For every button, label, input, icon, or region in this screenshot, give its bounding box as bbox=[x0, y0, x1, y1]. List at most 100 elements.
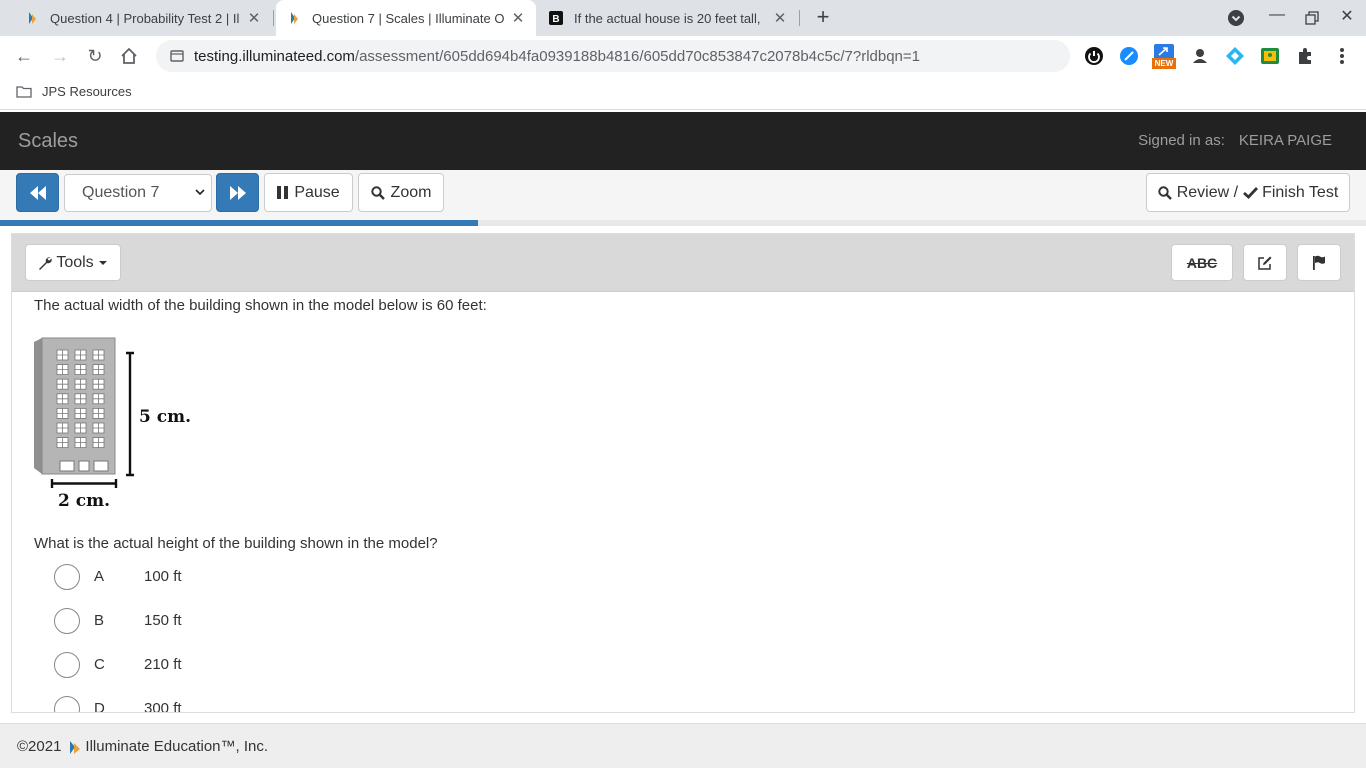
forward-arrow-icon[interactable]: → bbox=[48, 44, 72, 68]
site-info-icon[interactable] bbox=[170, 49, 184, 63]
flag-question-button[interactable] bbox=[1297, 244, 1341, 281]
building-door-center bbox=[78, 460, 90, 472]
building-windows bbox=[56, 349, 105, 448]
illuminate-logo-icon bbox=[70, 740, 81, 754]
minimize-window-icon[interactable]: — bbox=[1265, 6, 1289, 24]
person-extension-icon[interactable] bbox=[1190, 46, 1210, 66]
finish-test-label: Finish Test bbox=[1262, 183, 1339, 201]
search-icon bbox=[370, 185, 385, 200]
new-badge-extension[interactable]: NEW bbox=[1152, 44, 1176, 70]
radio-button[interactable] bbox=[54, 564, 80, 590]
restore-window-icon[interactable] bbox=[1305, 11, 1319, 25]
browser-tab-scales[interactable]: Question 7 | Scales | Illuminate O ✕ bbox=[276, 0, 536, 36]
answer-choice-d[interactable]: D 300 ft bbox=[54, 694, 354, 713]
browser-toolbar: ← → ↻ testing.illuminateed.com/assessmen… bbox=[0, 36, 1366, 76]
tab-search-icon[interactable] bbox=[1227, 9, 1245, 27]
edit-note-icon bbox=[1258, 256, 1272, 270]
width-label: 2 cm. bbox=[58, 491, 110, 511]
close-tab-icon[interactable]: ✕ bbox=[246, 9, 262, 27]
home-icon[interactable] bbox=[119, 46, 139, 66]
review-label: Review / bbox=[1176, 183, 1239, 201]
strikethrough-button[interactable]: ABC bbox=[1171, 244, 1233, 281]
compass-extension-icon[interactable] bbox=[1119, 46, 1139, 66]
page-footer: ©2021 Illuminate Education™, Inc. bbox=[0, 723, 1366, 768]
building-door-left bbox=[59, 460, 75, 472]
chevron-down-icon bbox=[195, 189, 205, 196]
brainly-favicon-icon: B bbox=[549, 11, 563, 25]
radio-button[interactable] bbox=[54, 608, 80, 634]
building-door-right bbox=[93, 460, 109, 472]
signed-in-info: Signed in as: KEIRA PAIGE bbox=[1138, 132, 1332, 149]
review-finish-button[interactable]: Review / Finish Test bbox=[1146, 173, 1350, 212]
new-tab-button[interactable]: + bbox=[812, 6, 834, 28]
question-intro: The actual width of the building shown i… bbox=[34, 297, 487, 314]
browser-tab-house[interactable]: B If the actual house is 20 feet tall, ✕ bbox=[538, 0, 798, 36]
diamond-extension-icon[interactable] bbox=[1225, 46, 1245, 66]
zoom-button[interactable]: Zoom bbox=[358, 173, 444, 212]
address-bar[interactable]: testing.illuminateed.com/assessment/605d… bbox=[156, 40, 1070, 72]
choice-letter: C bbox=[94, 656, 105, 673]
wrench-icon bbox=[39, 256, 53, 270]
copyright-notice: ©2021 Illuminate Education™, Inc. bbox=[17, 738, 268, 755]
search-icon bbox=[1158, 185, 1172, 200]
browser-tab-probability[interactable]: Question 4 | Probability Test 2 | Il ✕ bbox=[14, 0, 272, 36]
radio-button[interactable] bbox=[54, 696, 80, 712]
illuminate-favicon-icon bbox=[291, 12, 298, 24]
close-window-icon[interactable]: ✕ bbox=[1335, 6, 1359, 26]
classroom-extension-icon[interactable] bbox=[1260, 46, 1280, 66]
answer-choice-b[interactable]: B 150 ft bbox=[54, 606, 354, 636]
close-tab-icon[interactable]: ✕ bbox=[772, 9, 788, 27]
tab-title: Question 4 | Probability Test 2 | Il bbox=[50, 10, 240, 26]
choice-text: 210 ft bbox=[144, 656, 182, 673]
user-name: KEIRA PAIGE bbox=[1238, 132, 1332, 149]
choice-text: 150 ft bbox=[144, 612, 182, 629]
choice-text: 100 ft bbox=[144, 568, 182, 585]
previous-question-button[interactable] bbox=[16, 173, 59, 212]
tab-separator bbox=[799, 10, 800, 26]
tools-label: Tools bbox=[56, 253, 94, 271]
folder-icon bbox=[16, 86, 32, 98]
notes-button[interactable] bbox=[1243, 244, 1287, 281]
back-arrow-icon[interactable]: ← bbox=[12, 44, 36, 68]
test-progress-bar bbox=[0, 220, 1366, 226]
next-question-button[interactable] bbox=[216, 173, 259, 212]
reload-icon[interactable]: ↻ bbox=[83, 44, 107, 68]
close-tab-icon[interactable]: ✕ bbox=[510, 9, 526, 27]
building-side bbox=[34, 338, 42, 474]
tools-bar: Tools ABC bbox=[12, 234, 1354, 292]
question-select-value: Question 7 bbox=[82, 184, 160, 201]
flag-icon bbox=[1313, 255, 1325, 270]
power-extension-icon[interactable] bbox=[1084, 46, 1104, 66]
assessment-title: Scales bbox=[18, 130, 79, 152]
answer-choice-c[interactable]: C 210 ft bbox=[54, 650, 354, 680]
caret-down-icon bbox=[98, 260, 107, 265]
height-dimension-line bbox=[126, 351, 134, 477]
choice-text: 300 ft bbox=[144, 700, 182, 713]
zoom-label: Zoom bbox=[390, 183, 432, 201]
company-name: Illuminate Education™, Inc. bbox=[85, 738, 269, 755]
question-select[interactable]: Question 7 bbox=[64, 174, 212, 212]
bookmark-jps-resources[interactable]: JPS Resources bbox=[16, 84, 132, 99]
pause-button[interactable]: Pause bbox=[264, 173, 353, 212]
pause-label: Pause bbox=[294, 183, 340, 201]
answer-choice-a[interactable]: A 100 ft bbox=[54, 562, 354, 592]
radio-button[interactable] bbox=[54, 652, 80, 678]
browser-menu-icon[interactable] bbox=[1332, 46, 1352, 66]
bookmarks-bar: JPS Resources bbox=[0, 76, 1366, 110]
tab-separator bbox=[273, 10, 274, 26]
tab-title: If the actual house is 20 feet tall, bbox=[574, 10, 761, 26]
choice-letter: A bbox=[94, 568, 105, 585]
url-path: /assessment/605dd694b4fa0939188b4816/605… bbox=[354, 47, 920, 65]
tools-dropdown-button[interactable]: Tools bbox=[25, 244, 121, 281]
choice-letter: B bbox=[94, 612, 105, 629]
signed-in-label: Signed in as: bbox=[1138, 132, 1225, 149]
app-header: Scales Signed in as: KEIRA PAIGE bbox=[0, 112, 1366, 170]
fast-forward-icon bbox=[229, 185, 246, 200]
test-progress-fill bbox=[0, 220, 479, 226]
question-prompt: What is the actual height of the buildin… bbox=[34, 535, 438, 552]
height-label: 5 cm. bbox=[139, 407, 191, 427]
svg-text:B: B bbox=[552, 14, 559, 25]
extensions-puzzle-icon[interactable] bbox=[1295, 46, 1315, 66]
fast-backward-icon bbox=[29, 185, 46, 200]
browser-tab-strip: Question 4 | Probability Test 2 | Il ✕ Q… bbox=[0, 0, 1366, 36]
